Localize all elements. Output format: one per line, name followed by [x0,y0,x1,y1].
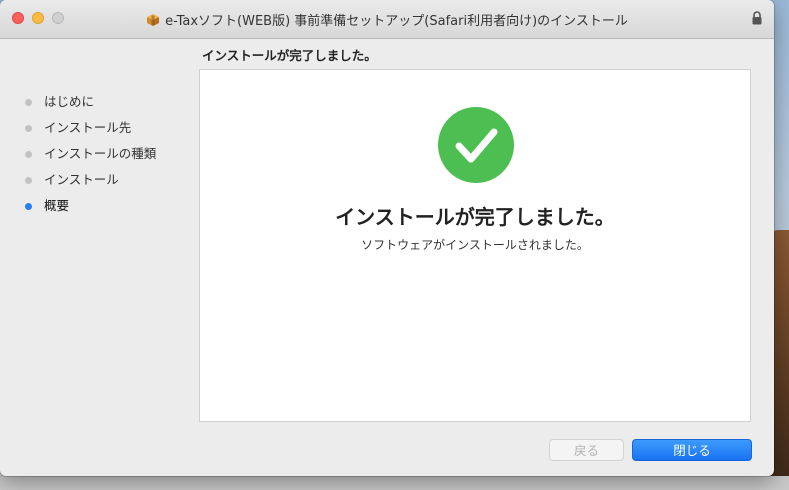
step-label: はじめに [44,94,95,109]
content-panel: インストールが完了しました。 ソフトウェアがインストールされました。 [199,69,751,422]
title-bar[interactable]: e-Taxソフト(WEB版) 事前準備セットアップ(Safari利用者向け)のイ… [0,0,774,39]
window-title: e-Taxソフト(WEB版) 事前準備セットアップ(Safari利用者向け)のイ… [165,14,628,29]
step-introduction: はじめに [22,93,156,119]
checkmark-circle-icon [438,107,514,183]
package-icon [147,14,160,26]
page-heading: インストールが完了しました。 [202,48,377,63]
desktop-background [0,476,789,490]
completion-message: ソフトウェアがインストールされました。 [361,238,589,252]
steps-list: はじめに インストール先 インストールの種類 インストール 概要 [22,93,156,223]
lock-icon [752,11,762,25]
step-bullet-icon [25,125,32,132]
step-installation-type: インストールの種類 [22,145,156,171]
installer-window: e-Taxソフト(WEB版) 事前準備セットアップ(Safari利用者向け)のイ… [0,0,774,476]
step-label: 概要 [44,198,70,213]
step-bullet-icon [25,99,32,106]
step-bullet-icon [25,151,32,158]
step-label: インストール先 [44,120,132,135]
back-button[interactable]: 戻る [549,439,624,461]
close-button[interactable]: 閉じる [632,439,752,461]
step-label: インストールの種類 [44,146,157,161]
step-summary: 概要 [22,197,156,223]
completion-title: インストールが完了しました。 [335,205,615,229]
step-destination: インストール先 [22,119,156,145]
step-bullet-icon [25,177,32,184]
steps-sidebar: はじめに インストール先 インストールの種類 インストール 概要 [0,39,198,476]
step-installation: インストール [22,171,156,197]
step-bullet-active-icon [25,203,32,210]
window-title-group: e-Taxソフト(WEB版) 事前準備セットアップ(Safari利用者向け)のイ… [0,10,774,29]
step-label: インストール [44,172,119,187]
